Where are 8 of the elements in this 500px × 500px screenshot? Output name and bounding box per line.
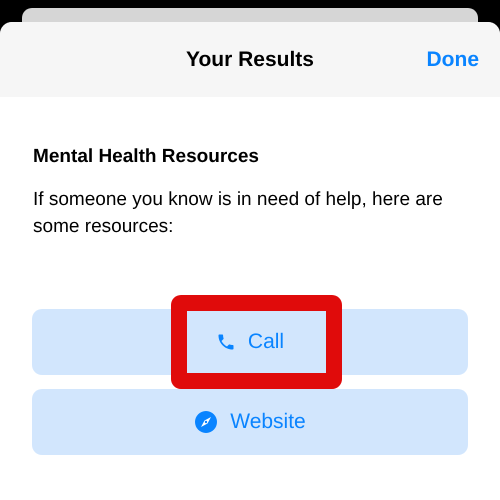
call-button[interactable]: Call — [32, 308, 468, 374]
phone-icon — [216, 332, 236, 352]
section-heading: Mental Health Resources — [33, 145, 260, 169]
compass-icon — [194, 410, 218, 434]
section-text: If someone you know is in need of help, here are some resources: — [33, 188, 444, 238]
website-button[interactable]: Website — [32, 388, 468, 454]
done-button[interactable]: Done — [426, 44, 479, 76]
sheet-title: Your Results — [186, 46, 314, 73]
